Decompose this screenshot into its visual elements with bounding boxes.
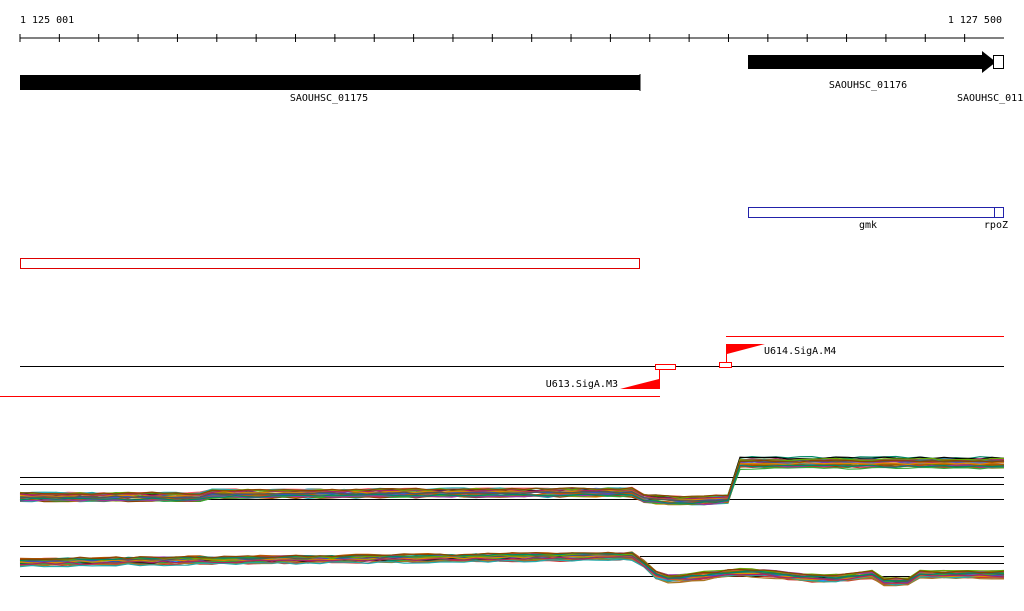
gene-track: SAOUHSC_01175 SAOUHSC_01176 SAOUHSC_011 (20, 51, 1023, 104)
ruler-start-label: 1 125 001 (20, 15, 74, 26)
gene-saouhsc-01175[interactable] (20, 75, 640, 90)
gene-label-011: SAOUHSC_011 (957, 93, 1023, 104)
gene-rpoz-box[interactable] (994, 207, 1004, 218)
coordinate-ruler: 1 125 001 1 127 500 (19, 15, 1004, 42)
promoter-track: U613.SigA.M3 U614.SigA.M4 (0, 336, 1004, 397)
gene-label-01175: SAOUHSC_01175 (290, 93, 368, 104)
promoter-label-u614: U614.SigA.M4 (764, 346, 836, 357)
gene-name-gmk: gmk (859, 220, 877, 231)
gene-gmk-box[interactable] (748, 207, 995, 218)
promoter-label-u613: U613.SigA.M3 (546, 379, 618, 390)
genome-browser-view: 1 125 001 1 127 500 SAOUHSC_01175 SAOUHS… (0, 15, 1023, 587)
gene-saouhsc-011-box[interactable] (993, 55, 1004, 69)
promoter-flag-u613[interactable] (620, 379, 659, 389)
promoter-site-u613[interactable] (655, 364, 676, 370)
gene-name-rpoz: rpoZ (984, 220, 1008, 231)
ruler-end-label: 1 127 500 (948, 15, 1002, 26)
expression-profiles-reverse (19, 551, 1005, 587)
promoter-flag-u614[interactable] (727, 344, 765, 354)
promoter-site-u614[interactable] (719, 362, 732, 368)
gene-label-01176: SAOUHSC_01176 (829, 80, 907, 91)
expression-profiles-forward (19, 455, 1005, 506)
gene-name-track: gmk rpoZ (748, 207, 1008, 231)
expression-panel-forward (19, 455, 1005, 506)
expression-panel-reverse (19, 546, 1005, 587)
gene-saouhsc-01176[interactable] (748, 55, 984, 69)
annotation-region-box[interactable] (20, 258, 640, 269)
